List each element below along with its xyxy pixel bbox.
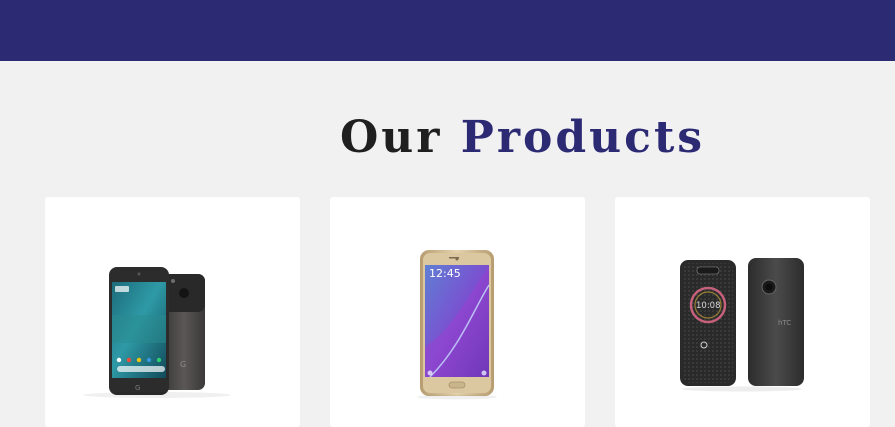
heading-word-products: Products [460,112,706,163]
product-card-galaxy-note[interactable]: 12:45 [330,197,585,427]
product-card-htc[interactable]: hTC 10:08 [615,197,870,427]
svg-text:10:08: 10:08 [696,301,721,311]
product-card-pixel[interactable]: G G [45,197,300,427]
htc-phone-image[interactable]: hTC 10:08 [615,197,870,427]
svg-text:hTC: hTC [778,319,791,327]
svg-text:12:45: 12:45 [429,267,461,280]
pixel-phone-image[interactable]: G G [45,197,300,427]
svg-text:G: G [180,360,186,369]
galaxy-phone-image[interactable]: 12:45 [330,197,585,427]
top-navigation-bar [0,0,895,61]
heading-word-our: Our [339,112,443,163]
svg-text:G: G [135,384,140,392]
section-heading: Our Products [0,106,895,170]
